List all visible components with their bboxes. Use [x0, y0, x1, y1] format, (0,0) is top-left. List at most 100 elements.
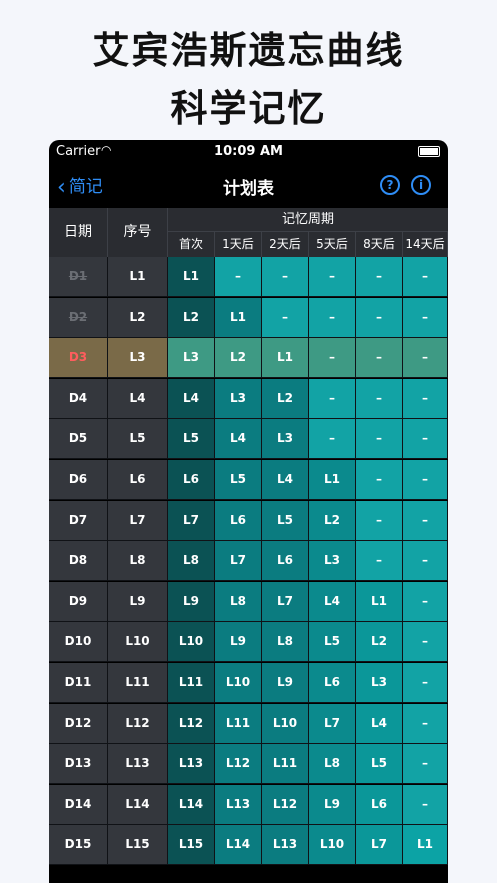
review-cell: L3: [356, 663, 403, 702]
table-row[interactable]: D3 L3 L3 L2 L1– – –: [49, 338, 448, 379]
col-group-header: 记忆周期: [168, 208, 448, 232]
review-cell: L14: [215, 825, 262, 865]
table-row[interactable]: D15 L15 L15 L14 L13 L10 L7 L1: [49, 825, 448, 866]
review-cell: L6: [262, 541, 309, 581]
review-cell: L6: [215, 500, 262, 540]
row-date: D3: [49, 338, 108, 378]
table-row[interactable]: D9 L9 L9 L8 L7 L4 L1–: [49, 581, 448, 622]
review-cell: L12: [168, 703, 215, 743]
review-cell: L11: [168, 663, 215, 702]
review-cell: –: [309, 419, 356, 459]
review-cell: L6: [168, 460, 215, 499]
review-cell: L4: [356, 703, 403, 743]
row-date: D13: [49, 744, 108, 784]
row-seq: L11: [108, 663, 168, 702]
review-cell: –: [403, 460, 448, 499]
row-date: D14: [49, 784, 108, 824]
row-date: D9: [49, 581, 108, 621]
review-cell: L7: [356, 825, 403, 865]
row-seq: L1: [108, 257, 168, 296]
review-cell: L3: [168, 338, 215, 378]
row-seq: L6: [108, 460, 168, 499]
review-cell: –: [356, 297, 403, 337]
row-seq: L5: [108, 419, 168, 459]
table-row[interactable]: D1 L1 L1– – – – –: [49, 257, 448, 297]
period-header: 首次: [168, 232, 215, 257]
review-cell: –: [403, 703, 448, 743]
review-cell: L1: [403, 825, 448, 865]
review-cell: –: [403, 297, 448, 337]
review-cell: –: [356, 257, 403, 296]
row-seq: L4: [108, 378, 168, 418]
review-cell: L12: [262, 784, 309, 824]
review-cell: –: [356, 460, 403, 499]
review-cell: L1: [215, 297, 262, 337]
review-cell: –: [356, 419, 403, 459]
table-row[interactable]: D12 L12 L12 L11 L10 L7 L4–: [49, 703, 448, 744]
table-row[interactable]: D10 L10 L10 L9 L8 L5 L2–: [49, 622, 448, 663]
review-cell: L1: [168, 257, 215, 296]
table-row[interactable]: D13 L13 L13 L12 L11 L8 L5–: [49, 744, 448, 785]
review-cell: L14: [168, 784, 215, 824]
table-row[interactable]: D8 L8 L8 L7 L6 L3– –: [49, 541, 448, 582]
table-row[interactable]: D6 L6 L6 L5 L4 L1– –: [49, 460, 448, 500]
review-cell: L7: [168, 500, 215, 540]
review-cell: L1: [262, 338, 309, 378]
review-cell: L7: [262, 581, 309, 621]
review-cell: L8: [215, 581, 262, 621]
review-cell: L2: [262, 378, 309, 418]
row-date: D12: [49, 703, 108, 743]
period-header: 2天后: [262, 232, 309, 257]
review-cell: L10: [309, 825, 356, 865]
review-cell: L10: [262, 703, 309, 743]
review-cell: L15: [168, 825, 215, 865]
review-cell: L6: [309, 663, 356, 702]
review-cell: L13: [168, 744, 215, 784]
row-date: D15: [49, 825, 108, 865]
review-cell: –: [403, 338, 448, 378]
review-cell: L2: [215, 338, 262, 378]
review-cell: L6: [356, 784, 403, 824]
navigation-bar: ‹ 简记 计划表 ? i: [49, 162, 448, 208]
row-seq: L12: [108, 703, 168, 743]
review-cell: L11: [215, 703, 262, 743]
table-row[interactable]: D2 L2 L2 L1– – – –: [49, 297, 448, 338]
table-row[interactable]: D5 L5 L5 L4 L3– – –: [49, 419, 448, 460]
review-cell: L8: [168, 541, 215, 581]
review-cell: L8: [309, 744, 356, 784]
row-seq: L10: [108, 622, 168, 662]
row-date: D8: [49, 541, 108, 581]
row-seq: L14: [108, 784, 168, 824]
table-row[interactable]: D14 L14 L14 L13 L12 L9 L6–: [49, 784, 448, 825]
battery-icon: [418, 146, 440, 157]
info-icon[interactable]: i: [411, 175, 431, 195]
review-cell: L10: [168, 622, 215, 662]
review-cell: L11: [262, 744, 309, 784]
review-cell: L4: [262, 460, 309, 499]
review-cell: L9: [215, 622, 262, 662]
review-cell: –: [403, 663, 448, 702]
review-cell: L13: [262, 825, 309, 865]
table-row[interactable]: D7 L7 L7 L6 L5 L2– –: [49, 500, 448, 541]
review-cell: L1: [356, 581, 403, 621]
review-cell: –: [403, 419, 448, 459]
review-cell: L8: [262, 622, 309, 662]
help-icon[interactable]: ?: [380, 175, 400, 195]
review-cell: L9: [168, 581, 215, 621]
row-date: D2: [49, 297, 108, 337]
review-cell: L4: [215, 419, 262, 459]
review-cell: –: [309, 338, 356, 378]
table-row[interactable]: D4 L4 L4 L3 L2– – –: [49, 378, 448, 419]
review-cell: –: [403, 622, 448, 662]
period-header: 8天后: [356, 232, 403, 257]
review-cell: L13: [215, 784, 262, 824]
review-cell: –: [403, 581, 448, 621]
col-header-seq: 序号: [108, 208, 168, 257]
review-cell: L1: [309, 460, 356, 499]
review-cell: L4: [168, 378, 215, 418]
review-cell: –: [262, 257, 309, 296]
row-date: D6: [49, 460, 108, 499]
table-row[interactable]: D11 L11 L11 L10 L9 L6 L3–: [49, 663, 448, 703]
review-cell: L5: [215, 460, 262, 499]
review-cell: L3: [262, 419, 309, 459]
